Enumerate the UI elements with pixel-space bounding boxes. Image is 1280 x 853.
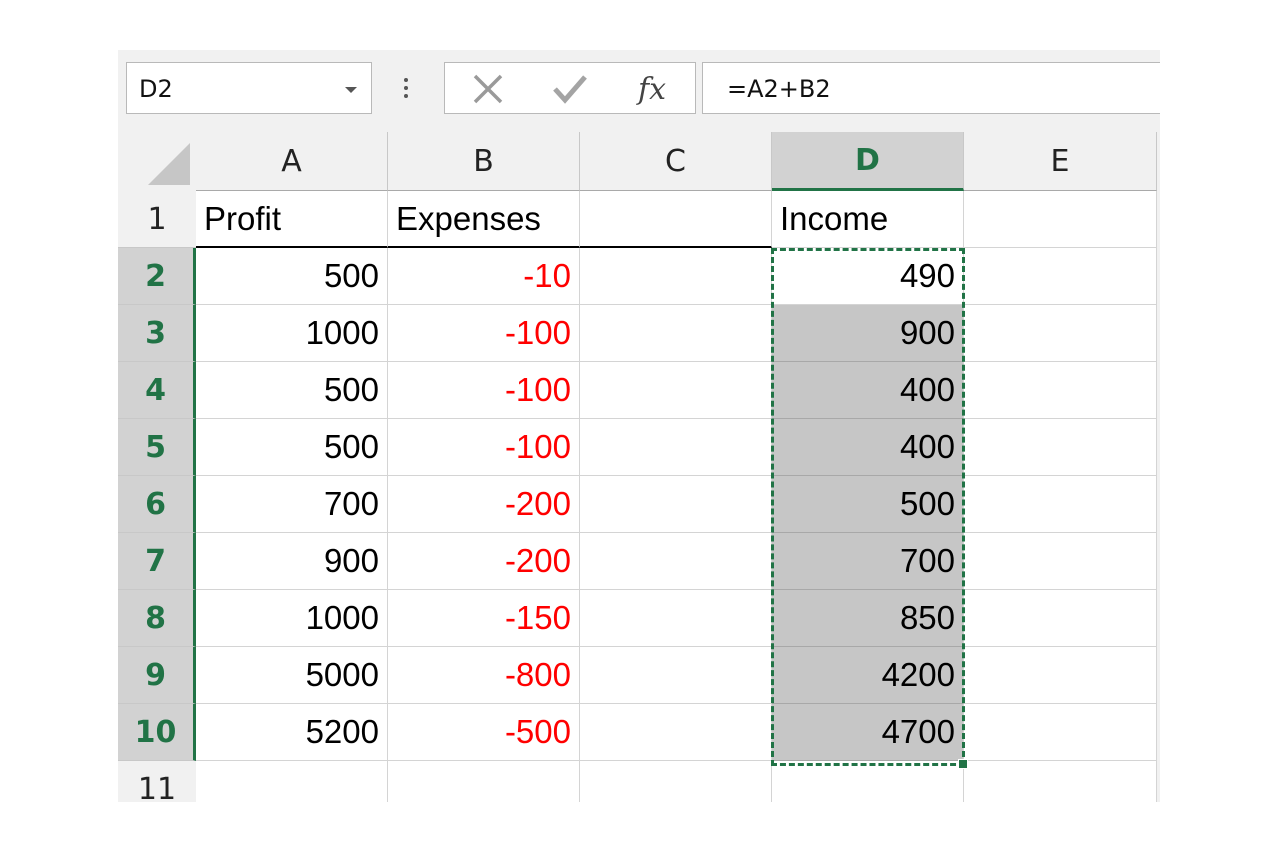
row-header-9[interactable]: 9 xyxy=(118,647,196,704)
cell-b1[interactable]: Expenses xyxy=(388,191,580,248)
name-box[interactable]: D2 xyxy=(126,62,372,114)
cell-e5[interactable] xyxy=(964,419,1157,476)
cell-b5[interactable]: -100 xyxy=(388,419,580,476)
row-header-6[interactable]: 6 xyxy=(118,476,196,533)
cell-e4[interactable] xyxy=(964,362,1157,419)
row-header-1[interactable]: 1 xyxy=(118,191,196,248)
enter-button[interactable] xyxy=(545,69,595,109)
cell-c5[interactable] xyxy=(580,419,772,476)
cell-a3[interactable]: 1000 xyxy=(196,305,388,362)
x-icon xyxy=(473,74,503,104)
row-header-5[interactable]: 5 xyxy=(118,419,196,476)
cell-d6[interactable]: 500 xyxy=(772,476,964,533)
cell-e9[interactable] xyxy=(964,647,1157,704)
column-header-c[interactable]: C xyxy=(580,132,772,191)
cell-b8[interactable]: -150 xyxy=(388,590,580,647)
cell-d9[interactable]: 4200 xyxy=(772,647,964,704)
cell-b11[interactable] xyxy=(388,761,580,802)
cell-d5[interactable]: 400 xyxy=(772,419,964,476)
cell-a9[interactable]: 5000 xyxy=(196,647,388,704)
cell-d11[interactable] xyxy=(772,761,964,802)
cell-e1[interactable] xyxy=(964,191,1157,248)
cell-a1[interactable]: Profit xyxy=(196,191,388,248)
cancel-button[interactable] xyxy=(463,69,513,109)
cell-e3[interactable] xyxy=(964,305,1157,362)
cell-a4[interactable]: 500 xyxy=(196,362,388,419)
column-header-a[interactable]: A xyxy=(196,132,388,191)
cell-d10[interactable]: 4700 xyxy=(772,704,964,761)
cell-e11[interactable] xyxy=(964,761,1157,802)
cell-c7[interactable] xyxy=(580,533,772,590)
row-header-8[interactable]: 8 xyxy=(118,590,196,647)
name-box-value: D2 xyxy=(139,75,173,103)
cell-d7[interactable]: 700 xyxy=(772,533,964,590)
cell-e8[interactable] xyxy=(964,590,1157,647)
excel-window: D2 fx =A2+B2 A B C D E 1 Profit Expenses Income 2… xyxy=(118,50,1160,802)
row-header-3[interactable]: 3 xyxy=(118,305,196,362)
spreadsheet-grid: A B C D E 1 Profit Expenses Income 2 500 -10 490 3 100… xyxy=(118,132,1160,802)
select-all-button[interactable] xyxy=(118,132,196,191)
cell-b10[interactable]: -500 xyxy=(388,704,580,761)
cell-c9[interactable] xyxy=(580,647,772,704)
cell-c11[interactable] xyxy=(580,761,772,802)
cell-b4[interactable]: -100 xyxy=(388,362,580,419)
fx-icon: fx xyxy=(637,71,667,107)
column-header-d[interactable]: D xyxy=(772,132,964,191)
cell-a7[interactable]: 900 xyxy=(196,533,388,590)
insert-function-button[interactable]: fx xyxy=(627,69,677,109)
row-header-11[interactable]: 11 xyxy=(118,761,196,802)
cell-c3[interactable] xyxy=(580,305,772,362)
cell-a6[interactable]: 700 xyxy=(196,476,388,533)
cell-b2[interactable]: -10 xyxy=(388,248,580,305)
chevron-down-icon[interactable] xyxy=(345,87,357,93)
cell-c8[interactable] xyxy=(580,590,772,647)
cell-a2[interactable]: 500 xyxy=(196,248,388,305)
cell-b9[interactable]: -800 xyxy=(388,647,580,704)
cell-b6[interactable]: -200 xyxy=(388,476,580,533)
cell-e6[interactable] xyxy=(964,476,1157,533)
row-header-7[interactable]: 7 xyxy=(118,533,196,590)
cell-a10[interactable]: 5200 xyxy=(196,704,388,761)
cell-c6[interactable] xyxy=(580,476,772,533)
row-header-4[interactable]: 4 xyxy=(118,362,196,419)
cell-e2[interactable] xyxy=(964,248,1157,305)
cell-d1[interactable]: Income xyxy=(772,191,964,248)
cell-d8[interactable]: 850 xyxy=(772,590,964,647)
cell-d2[interactable]: 490 xyxy=(772,248,964,305)
cell-d4[interactable]: 400 xyxy=(772,362,964,419)
cell-c4[interactable] xyxy=(580,362,772,419)
row-header-2[interactable]: 2 xyxy=(118,248,196,305)
cell-a11[interactable] xyxy=(196,761,388,802)
formula-bar: D2 fx =A2+B2 xyxy=(118,50,1160,132)
vertical-dots-icon[interactable] xyxy=(404,78,408,100)
cell-c10[interactable] xyxy=(580,704,772,761)
checkmark-icon xyxy=(553,75,587,104)
cell-b3[interactable]: -100 xyxy=(388,305,580,362)
cell-b7[interactable]: -200 xyxy=(388,533,580,590)
column-header-e[interactable]: E xyxy=(964,132,1157,191)
cell-c1[interactable] xyxy=(580,191,772,248)
cell-c2[interactable] xyxy=(580,248,772,305)
cell-a5[interactable]: 500 xyxy=(196,419,388,476)
formula-input[interactable]: =A2+B2 xyxy=(702,62,1160,114)
formula-buttons: fx xyxy=(444,62,696,114)
cell-a8[interactable]: 1000 xyxy=(196,590,388,647)
cell-e7[interactable] xyxy=(964,533,1157,590)
select-all-triangle-icon xyxy=(148,143,190,185)
column-header-b[interactable]: B xyxy=(388,132,580,191)
cell-d3[interactable]: 900 xyxy=(772,305,964,362)
cell-e10[interactable] xyxy=(964,704,1157,761)
formula-text: =A2+B2 xyxy=(727,75,831,103)
row-header-10[interactable]: 10 xyxy=(118,704,196,761)
